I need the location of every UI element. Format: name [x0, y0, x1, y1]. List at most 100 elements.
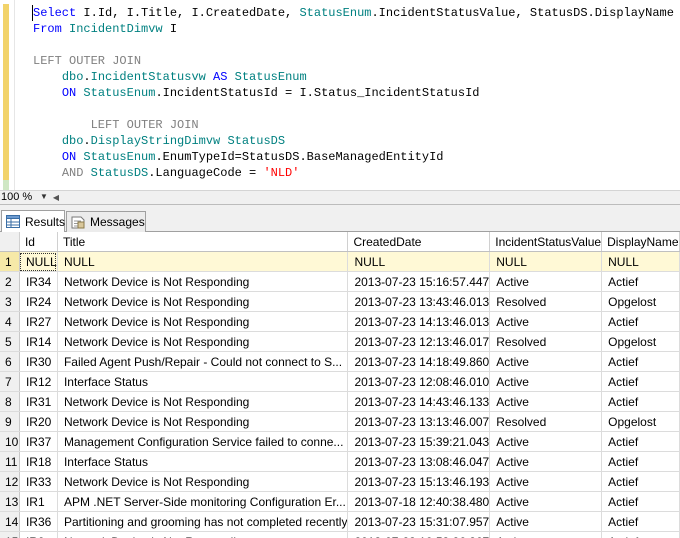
- cell-displayname[interactable]: Actief: [601, 311, 680, 332]
- cell-id[interactable]: IR24: [19, 291, 58, 312]
- code-line[interactable]: Select I.Id, I.Title, I.CreatedDate, Sta…: [33, 5, 674, 21]
- code-line[interactable]: ON StatusEnum.IncidentStatusId = I.Statu…: [33, 85, 674, 101]
- table-row[interactable]: 6 IR30 Failed Agent Push/Repair - Could no…: [0, 351, 680, 372]
- cell-incidentstatusvalue[interactable]: NULL: [489, 251, 603, 272]
- cell-id[interactable]: IR36: [19, 511, 58, 532]
- cell-createddate[interactable]: 2013-07-23 14:13:46.013: [347, 311, 491, 332]
- table-row[interactable]: 14 IR36 Partitioning and grooming has not …: [0, 511, 680, 532]
- cell-id[interactable]: IR20: [19, 411, 58, 432]
- cell-title[interactable]: Network Device is Not Responding: [57, 391, 349, 412]
- row-number[interactable]: 15: [0, 531, 20, 538]
- cell-displayname[interactable]: Actief: [601, 471, 680, 492]
- column-header-incidentstatusvalue[interactable]: IncidentStatusValue: [489, 232, 603, 252]
- sql-code[interactable]: Select I.Id, I.Title, I.CreatedDate, Sta…: [33, 5, 674, 181]
- scroll-left-arrow-icon[interactable]: ◀: [50, 192, 62, 203]
- cell-createddate[interactable]: 2013-07-23 15:13:46.193: [347, 471, 491, 492]
- cell-title[interactable]: Failed Agent Push/Repair - Could not con…: [57, 351, 349, 372]
- cell-createddate[interactable]: 2013-07-23 12:13:46.017: [347, 331, 491, 352]
- cell-createddate[interactable]: 2013-07-23 13:13:46.007: [347, 411, 491, 432]
- row-number[interactable]: 5: [0, 331, 20, 352]
- column-header-createddate[interactable]: CreatedDate: [347, 232, 491, 252]
- table-row[interactable]: 9 IR20 Network Device is Not Responding 201…: [0, 411, 680, 432]
- row-number[interactable]: 2: [0, 271, 20, 292]
- table-row[interactable]: 5 IR14 Network Device is Not Responding 201…: [0, 331, 680, 352]
- cell-incidentstatusvalue[interactable]: Active: [489, 491, 603, 512]
- cell-displayname[interactable]: Actief: [601, 451, 680, 472]
- cell-createddate[interactable]: 2013-07-23 14:18:49.860: [347, 351, 491, 372]
- cell-incidentstatusvalue[interactable]: Active: [489, 311, 603, 332]
- cell-title[interactable]: APM .NET Server-Side monitoring Configur…: [57, 491, 349, 512]
- results-grid[interactable]: Id Title CreatedDate IncidentStatusValue…: [0, 232, 680, 538]
- table-row[interactable]: 1 NULL NULL NULL NULL NULL: [0, 251, 680, 272]
- cell-incidentstatusvalue[interactable]: Active: [489, 451, 603, 472]
- cell-createddate[interactable]: 2013-07-23 10:53:26.867: [347, 531, 491, 538]
- row-number[interactable]: 12: [0, 471, 20, 492]
- code-line[interactable]: LEFT OUTER JOIN: [33, 53, 674, 69]
- column-header-displayname[interactable]: DisplayName: [601, 232, 680, 252]
- column-header-id[interactable]: Id: [19, 232, 58, 252]
- cell-incidentstatusvalue[interactable]: Active: [489, 371, 603, 392]
- code-line[interactable]: dbo.DisplayStringDimvw StatusDS: [33, 133, 674, 149]
- table-row[interactable]: 7 IR12 Interface Status 2013-07-23 12:08:46…: [0, 371, 680, 392]
- code-line[interactable]: ON StatusEnum.EnumTypeId=StatusDS.BaseMa…: [33, 149, 674, 165]
- zoom-dropdown-arrow-icon[interactable]: ▼: [40, 192, 48, 201]
- row-number[interactable]: 1: [0, 251, 20, 272]
- tab-results[interactable]: Results: [1, 210, 65, 232]
- table-row[interactable]: 12 IR33 Network Device is Not Responding 20…: [0, 471, 680, 492]
- cell-incidentstatusvalue[interactable]: Active: [489, 511, 603, 532]
- cell-id[interactable]: IR33: [19, 471, 58, 492]
- cell-id[interactable]: IR9: [19, 531, 58, 538]
- cell-title[interactable]: Network Device is Not Responding: [57, 411, 349, 432]
- cell-title[interactable]: Network Device is Not Responding: [57, 271, 349, 292]
- cell-createddate[interactable]: NULL: [347, 251, 491, 272]
- cell-displayname[interactable]: Actief: [601, 351, 680, 372]
- cell-incidentstatusvalue[interactable]: Resolved: [489, 411, 603, 432]
- cell-incidentstatusvalue[interactable]: Resolved: [489, 331, 603, 352]
- cell-createddate[interactable]: 2013-07-18 12:40:38.480: [347, 491, 491, 512]
- table-row[interactable]: 10 IR37 Management Configuration Service f…: [0, 431, 680, 452]
- cell-title[interactable]: Network Device is Not Responding: [57, 311, 349, 332]
- column-header-title[interactable]: Title: [57, 232, 349, 252]
- zoom-level[interactable]: 100 %: [0, 191, 32, 204]
- cell-id[interactable]: IR31: [19, 391, 58, 412]
- row-number[interactable]: 10: [0, 431, 20, 452]
- cell-displayname[interactable]: Actief: [601, 431, 680, 452]
- cell-id[interactable]: IR14: [19, 331, 58, 352]
- cell-createddate[interactable]: 2013-07-23 13:43:46.013: [347, 291, 491, 312]
- code-line[interactable]: LEFT OUTER JOIN: [33, 117, 674, 133]
- cell-id[interactable]: IR18: [19, 451, 58, 472]
- cell-displayname[interactable]: Actief: [601, 371, 680, 392]
- cell-id[interactable]: IR30: [19, 351, 58, 372]
- cell-incidentstatusvalue[interactable]: Active: [489, 471, 603, 492]
- cell-title[interactable]: Network Device is Not Responding: [57, 331, 349, 352]
- code-line[interactable]: AND StatusDS.LanguageCode = 'NLD': [33, 165, 674, 181]
- row-number-header[interactable]: [0, 232, 20, 252]
- row-number[interactable]: 8: [0, 391, 20, 412]
- cell-displayname[interactable]: Opgelost: [601, 411, 680, 432]
- code-line[interactable]: From IncidentDimvw I: [33, 21, 674, 37]
- cell-displayname[interactable]: Opgelost: [601, 331, 680, 352]
- row-number[interactable]: 6: [0, 351, 20, 372]
- table-row[interactable]: 15IR9Network Device is Not Responding201…: [0, 531, 680, 538]
- cell-incidentstatusvalue[interactable]: Active: [489, 351, 603, 372]
- cell-createddate[interactable]: 2013-07-23 15:39:21.043: [347, 431, 491, 452]
- sql-editor[interactable]: Select I.Id, I.Title, I.CreatedDate, Sta…: [0, 0, 680, 190]
- cell-title[interactable]: Network Device is Not Responding: [57, 291, 349, 312]
- cell-incidentstatusvalue[interactable]: Active: [489, 391, 603, 412]
- cell-incidentstatusvalue[interactable]: Active: [489, 531, 603, 538]
- row-number[interactable]: 9: [0, 411, 20, 432]
- tab-messages[interactable]: Messages: [66, 211, 146, 232]
- cell-title[interactable]: Network Device is Not Responding: [57, 531, 349, 538]
- cell-createddate[interactable]: 2013-07-23 13:08:46.047: [347, 451, 491, 472]
- row-number[interactable]: 4: [0, 311, 20, 332]
- row-number[interactable]: 13: [0, 491, 20, 512]
- cell-title[interactable]: NULL: [57, 251, 349, 272]
- row-number[interactable]: 3: [0, 291, 20, 312]
- cell-title[interactable]: Interface Status: [57, 451, 349, 472]
- row-number[interactable]: 14: [0, 511, 20, 532]
- row-number[interactable]: 11: [0, 451, 20, 472]
- code-line[interactable]: dbo.IncidentStatusvw AS StatusEnum: [33, 69, 674, 85]
- cell-incidentstatusvalue[interactable]: Active: [489, 431, 603, 452]
- table-row[interactable]: 4 IR27 Network Device is Not Responding 201…: [0, 311, 680, 332]
- table-row[interactable]: 11 IR18 Interface Status 2013-07-23 13:08:4…: [0, 451, 680, 472]
